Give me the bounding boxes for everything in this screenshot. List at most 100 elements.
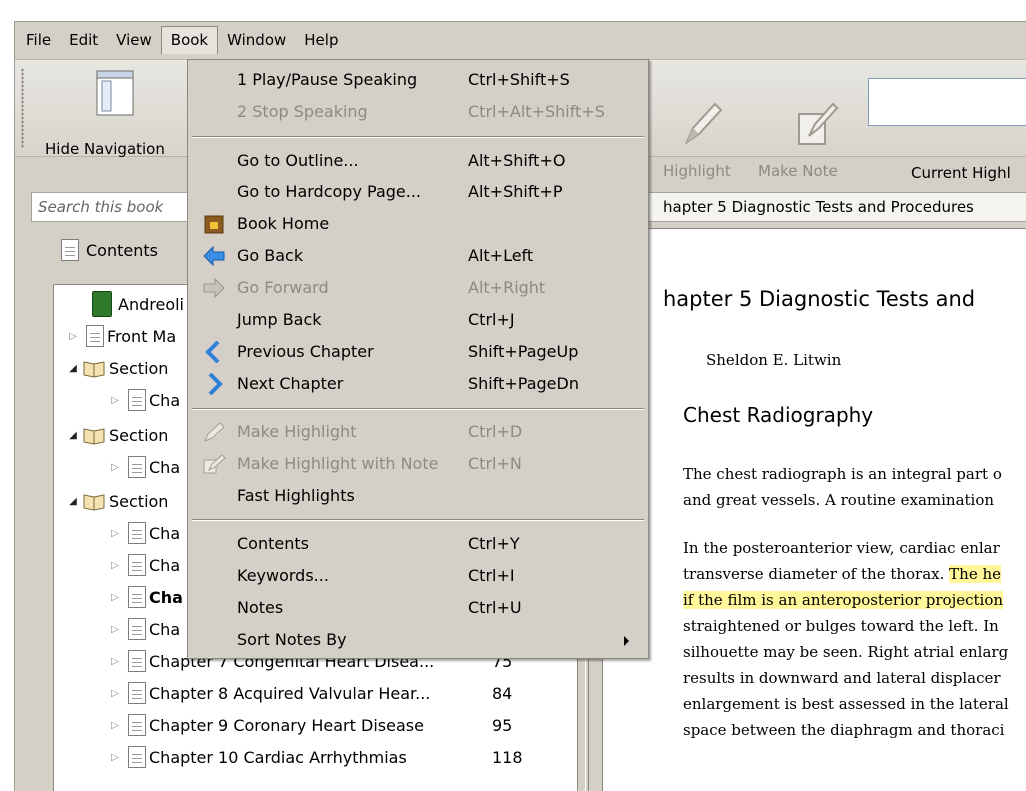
menu-item-make-highlight-with-note[interactable]: Make Highlight with Note Ctrl+N — [188, 449, 648, 479]
menu-view[interactable]: View — [107, 26, 161, 54]
tree-item-chapter[interactable]: ▷ Cha — [108, 517, 180, 549]
tab-chapter-5[interactable]: hapter 5 Diagnostic Tests and Procedures — [648, 192, 1026, 222]
tree-item-front-matter[interactable]: ▷ Front Ma — [66, 320, 176, 352]
menu-item-shortcut: Alt+Left — [468, 246, 534, 265]
menu-item-go-to-hardcopy-page[interactable]: Go to Hardcopy Page... Alt+Shift+P — [188, 177, 648, 207]
menu-help[interactable]: Help — [295, 26, 347, 54]
menu-item-label: Contents — [237, 534, 309, 553]
menu-item-go-to-outline[interactable]: Go to Outline... Alt+Shift+O — [188, 146, 648, 176]
menu-item-shortcut: Shift+PageUp — [468, 342, 579, 361]
menu-item-keywords[interactable]: Keywords... Ctrl+I — [188, 561, 648, 591]
pen-icon — [204, 422, 225, 442]
expand-arrow-icon[interactable]: ▷ — [108, 528, 122, 539]
menu-item-sort-notes-by[interactable]: Sort Notes By — [188, 625, 648, 655]
tree-item-section[interactable]: ◢ Section — [66, 352, 168, 384]
page-icon — [128, 586, 146, 608]
paragraph-line: straightened or bulges toward the left. … — [683, 617, 999, 635]
tree-item-chapter[interactable]: ▷ Chapter 8 Acquired Valvular Hear... 84 — [108, 677, 578, 709]
page-number: 95 — [492, 715, 513, 735]
menu-item-go-forward[interactable]: Go Forward Alt+Right — [188, 273, 648, 303]
tree-item-label: Cha — [149, 587, 183, 607]
menu-separator — [192, 136, 644, 138]
tree-item-label: Cha — [149, 457, 181, 477]
menu-item-next-chapter[interactable]: Next Chapter Shift+PageDn — [188, 369, 648, 399]
paragraph-line: and great vessels. A routine examination — [683, 491, 995, 509]
menu-item-shortcut: Ctrl+U — [468, 598, 522, 617]
tree-item-label: Section — [109, 491, 169, 511]
current-highlight-label: Current Highl — [911, 164, 1011, 182]
page-icon — [86, 325, 104, 347]
menu-item-previous-chapter[interactable]: Previous Chapter Shift+PageUp — [188, 337, 648, 367]
menu-item-go-back[interactable]: Go Back Alt+Left — [188, 241, 648, 271]
menu-item-jump-back[interactable]: Jump Back Ctrl+J — [188, 305, 648, 335]
tree-item-chapter[interactable]: ▷ Cha — [108, 613, 180, 645]
menu-window[interactable]: Window — [218, 26, 295, 54]
menu-item-play-pause[interactable]: 1 Play/Pause Speaking Ctrl+Shift+S — [188, 65, 648, 95]
expand-arrow-icon[interactable]: ▷ — [108, 592, 122, 603]
page-icon — [128, 389, 146, 411]
tab-contents[interactable]: Contents — [55, 232, 158, 268]
page-icon — [128, 650, 146, 672]
menu-item-book-home[interactable]: Book Home — [188, 209, 648, 239]
menu-bar: File Edit View Book Window Help — [15, 22, 1026, 58]
tree-item-chapter-current[interactable]: ▷ Cha — [108, 581, 183, 613]
menu-item-fast-highlights[interactable]: Fast Highlights — [188, 481, 648, 511]
page-icon — [128, 522, 146, 544]
section-heading: Chest Radiography — [683, 403, 874, 427]
toolbar-search-input[interactable] — [868, 78, 1026, 126]
tree-item-chapter[interactable]: ▷ Cha — [108, 384, 180, 416]
collapse-arrow-icon[interactable]: ◢ — [66, 363, 80, 374]
book-icon — [92, 291, 112, 317]
tree-item-chapter[interactable]: ▷ Chapter 10 Cardiac Arrhythmias 118 — [108, 741, 578, 773]
toolbar-grip[interactable] — [21, 68, 24, 148]
menu-item-notes[interactable]: Notes Ctrl+U — [188, 593, 648, 623]
tree-item-section[interactable]: ◢ Section — [66, 419, 168, 451]
highlight-button[interactable]: Highlight — [663, 162, 731, 180]
tree-item-chapter[interactable]: ▷ Chapter 9 Coronary Heart Disease 95 — [108, 709, 578, 741]
highlighted-text[interactable]: The he — [949, 565, 1002, 583]
expand-arrow-icon[interactable]: ▷ — [108, 462, 122, 473]
home-icon — [204, 215, 224, 234]
hide-navigation-button[interactable]: Hide Navigation — [45, 140, 165, 158]
expand-arrow-icon[interactable]: ▷ — [108, 752, 122, 763]
tree-item-label: Cha — [149, 390, 181, 410]
expand-arrow-icon[interactable]: ▷ — [66, 331, 80, 342]
menu-file[interactable]: File — [17, 26, 60, 54]
paragraph-line: enlargement is best assessed in the late… — [683, 695, 1009, 713]
hide-navigation-icon[interactable] — [95, 69, 135, 117]
book-search-input[interactable]: Search this book — [31, 192, 211, 222]
menu-book[interactable]: Book — [160, 26, 219, 54]
menu-item-shortcut: Ctrl+Alt+Shift+S — [468, 102, 605, 121]
highlight-pen-icon — [684, 102, 723, 145]
previous-chevron-icon — [205, 341, 220, 363]
tree-item-section[interactable]: ◢ Section — [66, 485, 168, 517]
tree-item-book[interactable]: Andreoli — [84, 288, 184, 320]
page-number: 118 — [492, 747, 523, 767]
collapse-arrow-icon[interactable]: ◢ — [66, 430, 80, 441]
menu-item-label: 1 Play/Pause Speaking — [237, 70, 418, 89]
tree-item-label: Andreoli — [118, 294, 184, 314]
paragraph-line: silhouette may be seen. Right atrial enl… — [683, 643, 1009, 661]
expand-arrow-icon[interactable]: ▷ — [108, 624, 122, 635]
make-note-button[interactable]: Make Note — [758, 162, 838, 180]
tree-item-chapter[interactable]: ▷ Cha — [108, 451, 180, 483]
highlighted-text[interactable]: if the film is an anteroposterior projec… — [683, 591, 1004, 609]
tree-item-chapter[interactable]: ▷ Cha — [108, 549, 180, 581]
expand-arrow-icon[interactable]: ▷ — [108, 688, 122, 699]
menu-item-contents[interactable]: Contents Ctrl+Y — [188, 529, 648, 559]
menu-item-shortcut: Ctrl+D — [468, 422, 523, 441]
menu-item-shortcut: Ctrl+Shift+S — [468, 70, 570, 89]
page-icon — [128, 456, 146, 478]
tree-item-label: Cha — [149, 555, 181, 575]
menu-item-label: Go Forward — [237, 278, 329, 297]
collapse-arrow-icon[interactable]: ◢ — [66, 496, 80, 507]
menu-item-make-highlight[interactable]: Make Highlight Ctrl+D — [188, 417, 648, 447]
menu-item-label: Keywords... — [237, 566, 329, 585]
expand-arrow-icon[interactable]: ▷ — [108, 720, 122, 731]
menu-item-stop-speaking[interactable]: 2 Stop Speaking Ctrl+Alt+Shift+S — [188, 97, 648, 127]
expand-arrow-icon[interactable]: ▷ — [108, 395, 122, 406]
menu-edit[interactable]: Edit — [60, 26, 107, 54]
expand-arrow-icon[interactable]: ▷ — [108, 656, 122, 667]
expand-arrow-icon[interactable]: ▷ — [108, 560, 122, 571]
page-icon — [61, 239, 79, 261]
